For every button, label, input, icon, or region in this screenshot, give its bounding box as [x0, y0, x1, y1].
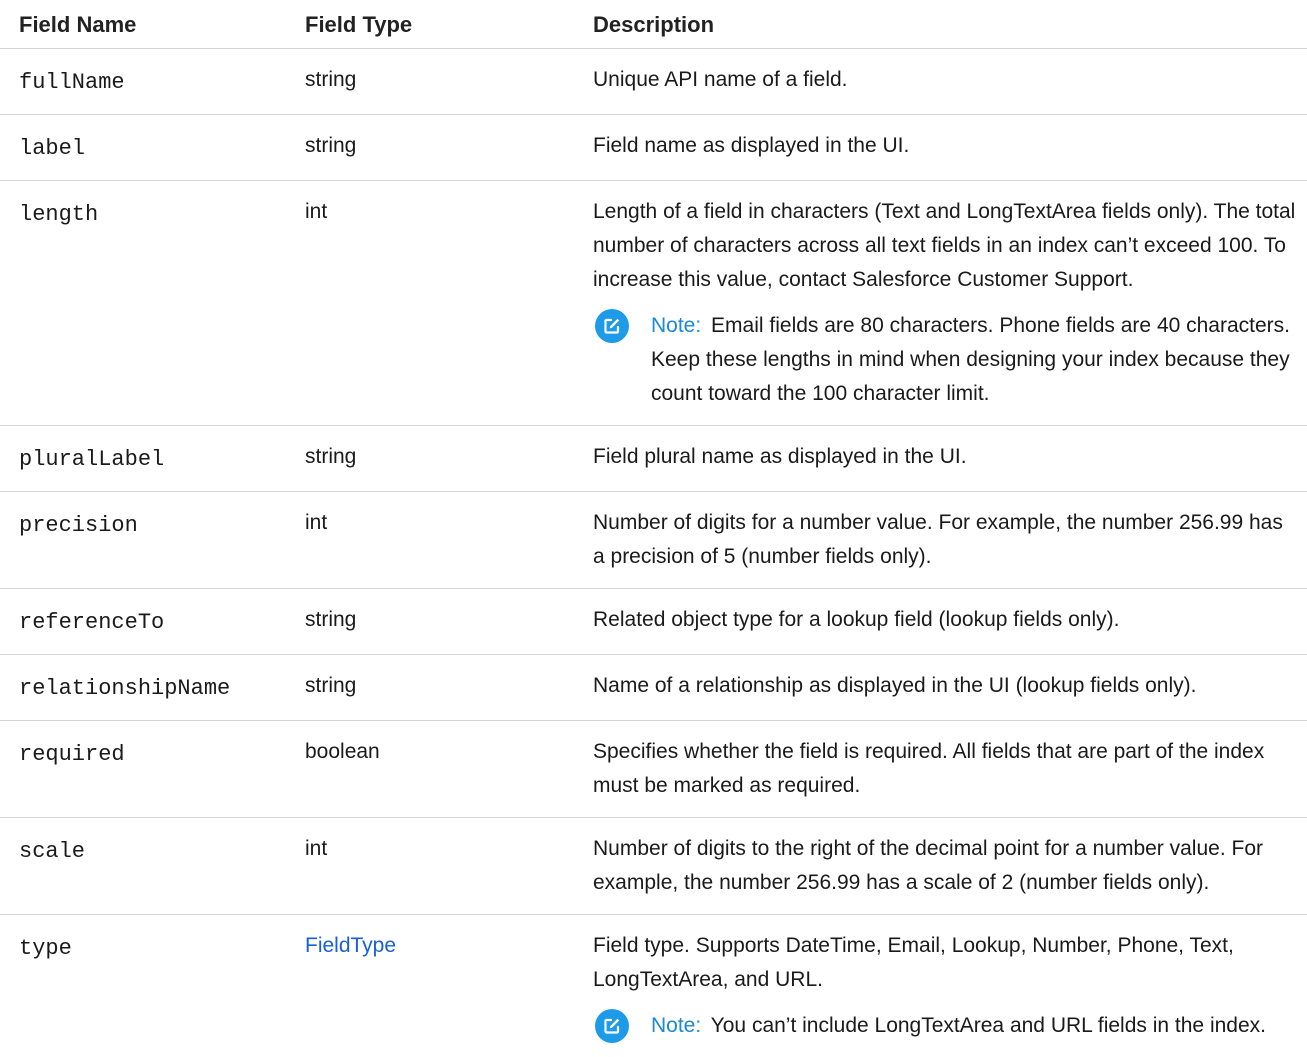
description-cell: Related object type for a lookup field (… [574, 589, 1307, 655]
note-edit-icon [595, 1009, 629, 1043]
header-field-type: Field Type [286, 0, 574, 49]
table-row: precision int Number of digits for a num… [0, 492, 1307, 589]
table-row: scale int Number of digits to the right … [0, 818, 1307, 915]
field-type-cell: string [286, 115, 574, 181]
description-text: Field name as displayed in the UI. [593, 129, 1297, 163]
note-edit-icon [595, 309, 629, 343]
description-cell: Field type. Supports DateTime, Email, Lo… [574, 915, 1307, 1057]
note-callout: Note: You can’t include LongTextArea and… [595, 1009, 1297, 1043]
field-type-cell: string [286, 655, 574, 721]
field-table: Field Name Field Type Description fullNa… [0, 0, 1307, 1057]
note-text: Email fields are 80 characters. Phone fi… [651, 314, 1290, 405]
field-name-cell: precision [0, 492, 286, 589]
header-field-name: Field Name [0, 0, 286, 49]
note-label: Note: [651, 1014, 701, 1037]
field-type-cell: string [286, 49, 574, 115]
field-name-cell: relationshipName [0, 655, 286, 721]
field-name-cell: fullName [0, 49, 286, 115]
field-name-cell: length [0, 181, 286, 426]
description-cell: Specifies whether the field is required.… [574, 721, 1307, 818]
description-text: Length of a field in characters (Text an… [593, 195, 1297, 297]
table-row: required boolean Specifies whether the f… [0, 721, 1307, 818]
note-text: You can’t include LongTextArea and URL f… [711, 1014, 1266, 1037]
field-name-cell: label [0, 115, 286, 181]
table-row: relationshipName string Name of a relati… [0, 655, 1307, 721]
note-label: Note: [651, 314, 701, 337]
description-cell: Name of a relationship as displayed in t… [574, 655, 1307, 721]
description-text: Field plural name as displayed in the UI… [593, 440, 1297, 474]
description-cell: Number of digits for a number value. For… [574, 492, 1307, 589]
description-text: Name of a relationship as displayed in t… [593, 669, 1297, 703]
field-name-cell: required [0, 721, 286, 818]
table-row: referenceTo string Related object type f… [0, 589, 1307, 655]
description-cell: Unique API name of a field. [574, 49, 1307, 115]
table-row: label string Field name as displayed in … [0, 115, 1307, 181]
description-cell: Field plural name as displayed in the UI… [574, 426, 1307, 492]
description-text: Field type. Supports DateTime, Email, Lo… [593, 929, 1297, 997]
field-name-cell: pluralLabel [0, 426, 286, 492]
field-type-cell: string [286, 426, 574, 492]
header-row: Field Name Field Type Description [0, 0, 1307, 49]
fieldtype-link[interactable]: FieldType [305, 934, 396, 957]
table-row: pluralLabel string Field plural name as … [0, 426, 1307, 492]
field-name-cell: referenceTo [0, 589, 286, 655]
field-name-cell: type [0, 915, 286, 1057]
field-type-cell: string [286, 589, 574, 655]
description-text: Unique API name of a field. [593, 63, 1297, 97]
field-type-cell: int [286, 492, 574, 589]
field-type-cell: boolean [286, 721, 574, 818]
field-type-cell: int [286, 181, 574, 426]
description-text: Specifies whether the field is required.… [593, 735, 1297, 803]
field-type-cell: int [286, 818, 574, 915]
note-body: Note: Email fields are 80 characters. Ph… [651, 309, 1297, 411]
description-cell: Length of a field in characters (Text an… [574, 181, 1307, 426]
header-description: Description [574, 0, 1307, 49]
note-body: Note: You can’t include LongTextArea and… [651, 1009, 1297, 1043]
note-callout: Note: Email fields are 80 characters. Ph… [595, 309, 1297, 411]
table-row: fullName string Unique API name of a fie… [0, 49, 1307, 115]
description-text: Number of digits to the right of the dec… [593, 832, 1297, 900]
description-cell: Number of digits to the right of the dec… [574, 818, 1307, 915]
field-type-cell: FieldType [286, 915, 574, 1057]
description-text: Number of digits for a number value. For… [593, 506, 1297, 574]
field-name-cell: scale [0, 818, 286, 915]
description-cell: Field name as displayed in the UI. [574, 115, 1307, 181]
description-text: Related object type for a lookup field (… [593, 603, 1297, 637]
table-row: type FieldType Field type. Supports Date… [0, 915, 1307, 1057]
table-row: length int Length of a field in characte… [0, 181, 1307, 426]
